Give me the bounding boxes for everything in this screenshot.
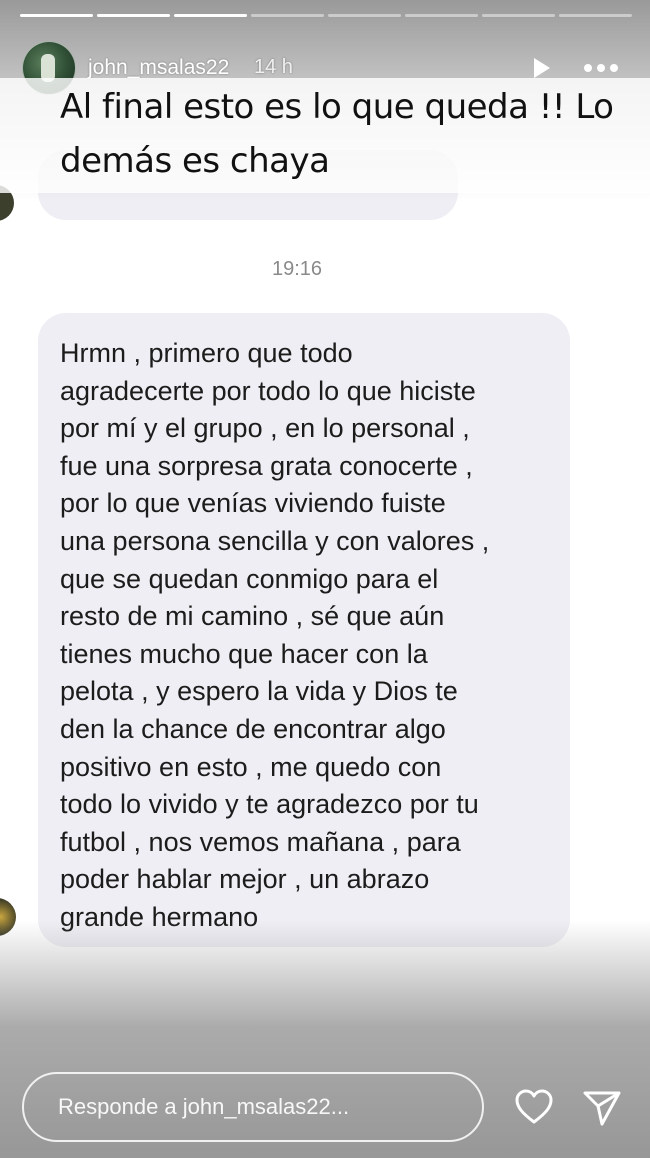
message-line: que se quedan conmigo para el xyxy=(60,563,439,594)
message-line: pelota , y espero la vida y Dios te xyxy=(60,676,458,707)
message-bubble: Hrmn , primero que todo agradecerte por … xyxy=(38,313,570,947)
send-icon[interactable] xyxy=(582,1088,622,1128)
message-line: una persona sencilla y con valores , xyxy=(60,525,490,556)
message-line: fue una sorpresa grata conocerte , xyxy=(60,450,473,481)
message-line: por lo que venías viviendo fuiste xyxy=(60,488,446,519)
progress-segment xyxy=(328,14,401,17)
message-line: positivo en esto , me quedo con xyxy=(60,751,442,782)
message-line: por mí y el grupo , en lo personal , xyxy=(60,413,470,444)
message-line: tienes mucho que hacer con la xyxy=(60,638,428,669)
username-link[interactable]: john_msalas22 xyxy=(88,56,229,80)
message-line: resto de mi camino , sé que aún xyxy=(60,601,445,632)
progress-segment xyxy=(482,14,555,17)
progress-segment xyxy=(405,14,478,17)
story-caption: Al final esto es lo que queda !! Lo demá… xyxy=(60,80,630,188)
progress-segment xyxy=(20,14,93,17)
heart-icon[interactable] xyxy=(514,1088,554,1126)
story-viewer: 19:16 Hrmn , primero que todo agradecert… xyxy=(0,0,650,1158)
progress-segment xyxy=(97,14,170,17)
message-line: agradecerte por todo lo que hiciste xyxy=(60,375,476,406)
progress-segment xyxy=(559,14,632,17)
post-time: 14 h xyxy=(254,56,293,78)
caption-line: demás es chaya xyxy=(60,141,330,181)
message-timestamp: 19:16 xyxy=(271,258,323,280)
message-line: poder hablar mejor , un abrazo xyxy=(60,864,430,895)
message-line: den la chance de encontrar algo xyxy=(60,713,446,744)
progress-segment xyxy=(174,14,247,17)
reply-input[interactable] xyxy=(22,1072,484,1142)
message-line: futbol , nos vemos mañana , para xyxy=(60,826,461,857)
message-line: Hrmn , primero que todo xyxy=(60,338,353,368)
caption-line: Al final esto es lo que queda !! Lo xyxy=(60,87,614,127)
message-line: todo lo vivido y te agradezco por tu xyxy=(60,789,479,820)
story-progress-bar xyxy=(20,14,632,17)
more-options-icon[interactable] xyxy=(582,58,620,78)
progress-segment xyxy=(251,14,324,17)
